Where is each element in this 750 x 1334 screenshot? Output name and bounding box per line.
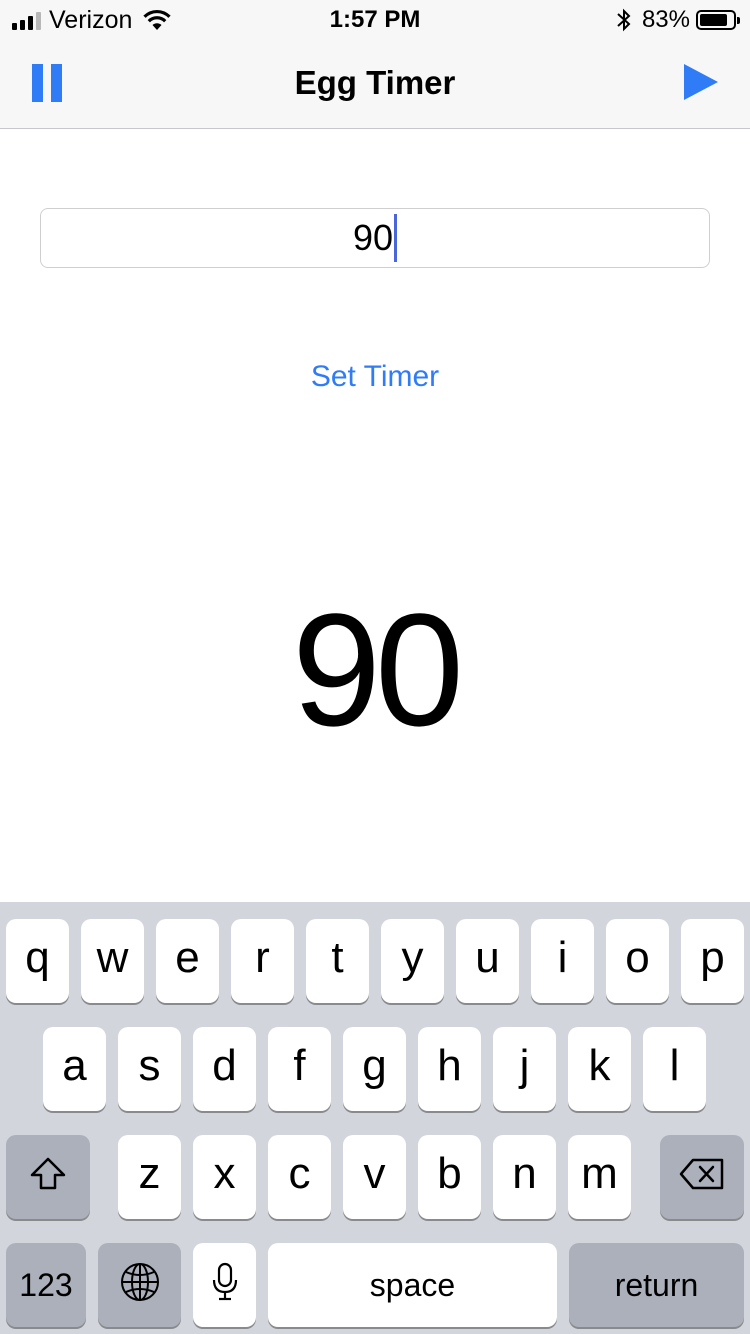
shift-key[interactable] — [6, 1135, 90, 1219]
key-h[interactable]: h — [418, 1027, 481, 1111]
seconds-input[interactable]: 90 — [40, 208, 710, 268]
page-title: Egg Timer — [294, 64, 456, 101]
delete-icon — [679, 1158, 724, 1190]
status-bar: Verizon 1:57 PM 83% — [0, 0, 750, 40]
play-button[interactable] — [680, 62, 724, 106]
delete-key[interactable] — [660, 1135, 744, 1219]
timer-display: 90 — [292, 580, 464, 759]
key-l[interactable]: l — [643, 1027, 706, 1111]
globe-icon — [120, 1263, 159, 1301]
key-j[interactable]: j — [493, 1027, 556, 1111]
bluetooth-icon — [617, 8, 631, 32]
battery-icon — [696, 10, 740, 30]
key-c[interactable]: c — [268, 1135, 331, 1219]
key-r[interactable]: r — [231, 919, 294, 1003]
key-t[interactable]: t — [306, 919, 369, 1003]
key-m[interactable]: m — [568, 1135, 631, 1219]
battery-fill — [700, 14, 727, 26]
wifi-icon — [143, 9, 172, 30]
return-key[interactable]: return — [569, 1243, 744, 1327]
key-w[interactable]: w — [81, 919, 144, 1003]
key-g[interactable]: g — [343, 1027, 406, 1111]
key-e[interactable]: e — [156, 919, 219, 1003]
space-key[interactable]: space — [268, 1243, 557, 1327]
text-caret — [394, 214, 398, 262]
key-s[interactable]: s — [118, 1027, 181, 1111]
key-z[interactable]: z — [118, 1135, 181, 1219]
key-i[interactable]: i — [531, 919, 594, 1003]
signal-icon — [12, 10, 41, 30]
shift-icon — [30, 1157, 66, 1190]
key-u[interactable]: u — [456, 919, 519, 1003]
status-right: 83% — [616, 6, 740, 34]
key-x[interactable]: x — [193, 1135, 256, 1219]
keyboard: q w e r t y u i o p a s d f g h j k l z … — [0, 902, 750, 1334]
globe-key[interactable] — [98, 1243, 181, 1327]
set-timer-button[interactable]: Set Timer — [0, 360, 750, 394]
numbers-key[interactable]: 123 — [6, 1243, 86, 1327]
carrier-label: Verizon — [49, 5, 133, 34]
key-a[interactable]: a — [43, 1027, 106, 1111]
battery-percent: 83% — [641, 6, 690, 33]
key-f[interactable]: f — [268, 1027, 331, 1111]
navigation-bar: Egg Timer — [0, 40, 750, 129]
seconds-input-value: 90 — [352, 217, 394, 258]
key-q[interactable]: q — [6, 919, 69, 1003]
key-d[interactable]: d — [193, 1027, 256, 1111]
key-v[interactable]: v — [343, 1135, 406, 1219]
status-left: Verizon — [12, 6, 172, 34]
key-k[interactable]: k — [568, 1027, 631, 1111]
key-p[interactable]: p — [681, 919, 744, 1003]
key-o[interactable]: o — [606, 919, 669, 1003]
key-y[interactable]: y — [381, 919, 444, 1003]
microphone-key[interactable] — [193, 1243, 256, 1327]
microphone-icon — [212, 1262, 237, 1301]
key-b[interactable]: b — [418, 1135, 481, 1219]
play-icon — [684, 64, 718, 100]
key-n[interactable]: n — [493, 1135, 556, 1219]
